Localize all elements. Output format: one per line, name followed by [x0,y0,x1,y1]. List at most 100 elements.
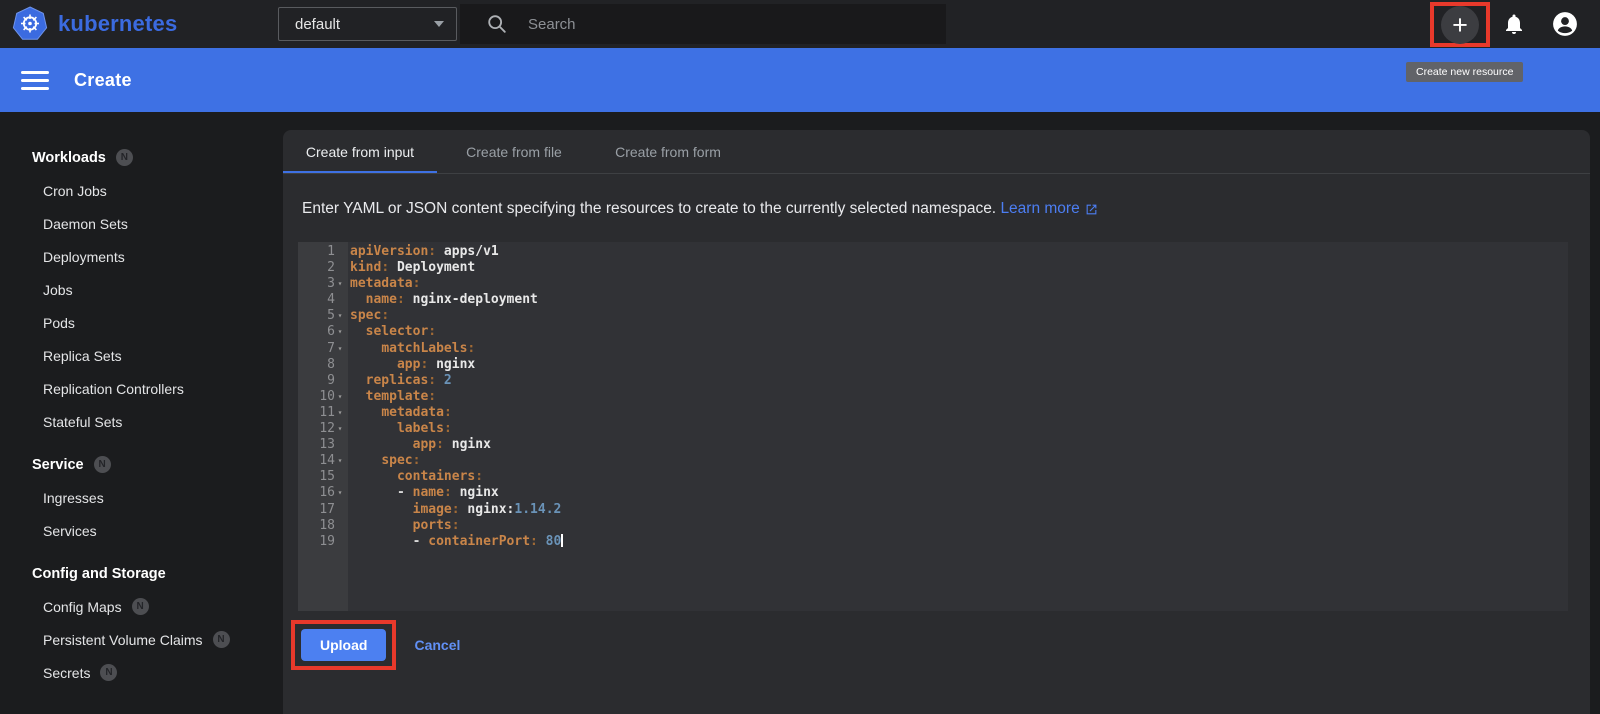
sidebar-section-workloads[interactable]: Workloads N [0,141,283,174]
sidebar-item-deployments[interactable]: Deployments [0,240,283,273]
fold-toggle-icon[interactable]: ▾ [335,389,345,405]
code-line-9[interactable]: 9 replicas: 2 [298,373,1568,389]
tab-create-from-file[interactable]: Create from file [437,130,591,173]
chevron-down-icon [434,21,444,27]
code-text: - containerPort: 80 [412,533,563,549]
code-line-15[interactable]: 15 containers: [298,469,1568,485]
new-badge: N [131,598,149,615]
gutter-cell: 9 [298,373,348,389]
sidebar-item-stateful-sets[interactable]: Stateful Sets [0,405,283,438]
fold-toggle-icon[interactable]: ▾ [335,405,345,421]
sidebar-item-label: Deployments [43,248,125,265]
line-number: 4 [327,292,335,308]
code-line-14[interactable]: 14 ▾ spec: [298,453,1568,469]
gutter-cell: 5 ▾ [298,308,348,324]
sidebar-item-cron-jobs[interactable]: Cron Jobs [0,174,283,207]
upload-button[interactable]: Upload [301,629,387,661]
code-line-16[interactable]: 16 ▾ - name: nginx [298,485,1568,501]
line-number: 14 [319,453,335,469]
namespace-value: default [295,15,341,33]
code-line-10[interactable]: 10 ▾ template: [298,389,1568,405]
sidebar-item-services[interactable]: Services [0,514,283,547]
brand[interactable]: kubernetes [12,0,177,48]
account-button[interactable] [1552,11,1578,37]
tab-create-from-input[interactable]: Create from input [283,130,437,173]
fold-toggle-icon[interactable]: ▾ [335,485,345,501]
notifications-button[interactable] [1502,12,1526,36]
bell-icon [1506,14,1522,34]
code-line-4[interactable]: 4 name: nginx-deployment [298,292,1568,308]
sidebar-item-replica-sets[interactable]: Replica Sets [0,339,283,372]
code-line-7[interactable]: 7 ▾ matchLabels: [298,341,1568,357]
action-bar: Create [0,48,1600,112]
page-title: Create [74,69,132,90]
sidebar-item-persistent-volume-claims[interactable]: Persistent Volume Claims N [0,623,283,656]
menu-button[interactable] [21,70,49,90]
sidebar-item-daemon-sets[interactable]: Daemon Sets [0,207,283,240]
sidebar-item-label: Replica Sets [43,347,122,364]
create-new-resource-button[interactable]: + [1441,5,1479,44]
code-line-1[interactable]: 1 apiVersion: apps/v1 [298,244,1568,260]
code-line-5[interactable]: 5 ▾ spec: [298,308,1568,324]
sidebar-section-config-and-storage[interactable]: Config and Storage [0,557,283,590]
cancel-button[interactable]: Cancel [414,637,460,653]
code-line-17[interactable]: 17 image: nginx:1.14.2 [298,502,1568,518]
tab-create-from-form[interactable]: Create from form [591,130,745,173]
fold-toggle-icon[interactable]: ▾ [335,421,345,437]
line-number: 10 [319,388,335,404]
code-line-13[interactable]: 13 app: nginx [298,437,1568,453]
line-number: 18 [319,517,335,533]
sidebar-item-secrets[interactable]: Secrets N [0,656,283,689]
sidebar-item-label: Persistent Volume Claims [43,631,203,648]
fold-toggle-icon[interactable]: ▾ [335,308,345,324]
kubernetes-logo-icon [12,6,48,40]
sidebar-item-pods[interactable]: Pods [0,306,283,339]
code-text: spec: [350,308,390,324]
code-line-3[interactable]: 3 ▾ metadata: [298,276,1568,292]
gutter-cell: 14 ▾ [298,453,348,469]
learn-more-link[interactable]: Learn more [1000,200,1097,218]
code-line-11[interactable]: 11 ▾ metadata: [298,405,1568,421]
description-text: Enter YAML or JSON content specifying th… [302,200,997,217]
sidebar-item-jobs[interactable]: Jobs [0,273,283,306]
code-text: replicas: 2 [365,372,452,388]
content-card: Create from input Create from file Create … [283,130,1590,714]
code-line-12[interactable]: 12 ▾ labels: [298,421,1568,437]
fold-toggle-icon[interactable]: ▾ [335,276,345,292]
fold-toggle-icon[interactable]: ▾ [335,341,345,357]
sidebar-section-service[interactable]: Service N [0,448,283,481]
sidebar-item-label: Cron Jobs [43,182,107,199]
gutter-cell: 18 [298,518,348,534]
external-link-icon [1086,204,1097,214]
sidebar-item-ingresses[interactable]: Ingresses [0,481,283,514]
line-number: 12 [319,421,335,437]
tabs-divider [283,173,1590,174]
search-bar[interactable] [460,4,946,44]
code-text: metadata: [350,276,421,292]
line-number: 11 [319,404,335,420]
yaml-editor[interactable]: 1 apiVersion: apps/v1 2 kind: Deployment 3 ▾ m… [298,242,1568,611]
app-root: kubernetes default + [0,0,1600,714]
gutter-cell: 2 [298,260,348,276]
code-text: apiVersion: apps/v1 [350,244,499,259]
search-input[interactable] [528,15,946,33]
sidebar-item-label: Ingresses [43,489,104,506]
fold-toggle-icon[interactable]: ▾ [335,453,345,469]
code-text: template: [365,388,437,404]
gutter-cell: 1 [298,244,348,260]
code-line-19[interactable]: 19 - containerPort: 80 [298,533,1568,550]
code-text: containers: [396,469,484,485]
code-text: app: nginx [396,356,476,372]
code-line-8[interactable]: 8 app: nginx [298,357,1568,373]
editor-description: Enter YAML or JSON content specifying th… [302,200,1590,218]
new-badge: N [212,631,230,648]
sidebar-item-config-maps[interactable]: Config Maps N [0,590,283,623]
code-line-6[interactable]: 6 ▾ selector: [298,324,1568,340]
sidebar-item-replication-controllers[interactable]: Replication Controllers [0,372,283,405]
code-line-18[interactable]: 18 ports: [298,518,1568,534]
namespace-selector[interactable]: default [278,7,457,41]
tabs: Create from input Create from file Create … [283,130,1590,173]
line-number: 19 [319,533,335,549]
fold-toggle-icon[interactable]: ▾ [335,324,345,340]
code-line-2[interactable]: 2 kind: Deployment [298,260,1568,276]
